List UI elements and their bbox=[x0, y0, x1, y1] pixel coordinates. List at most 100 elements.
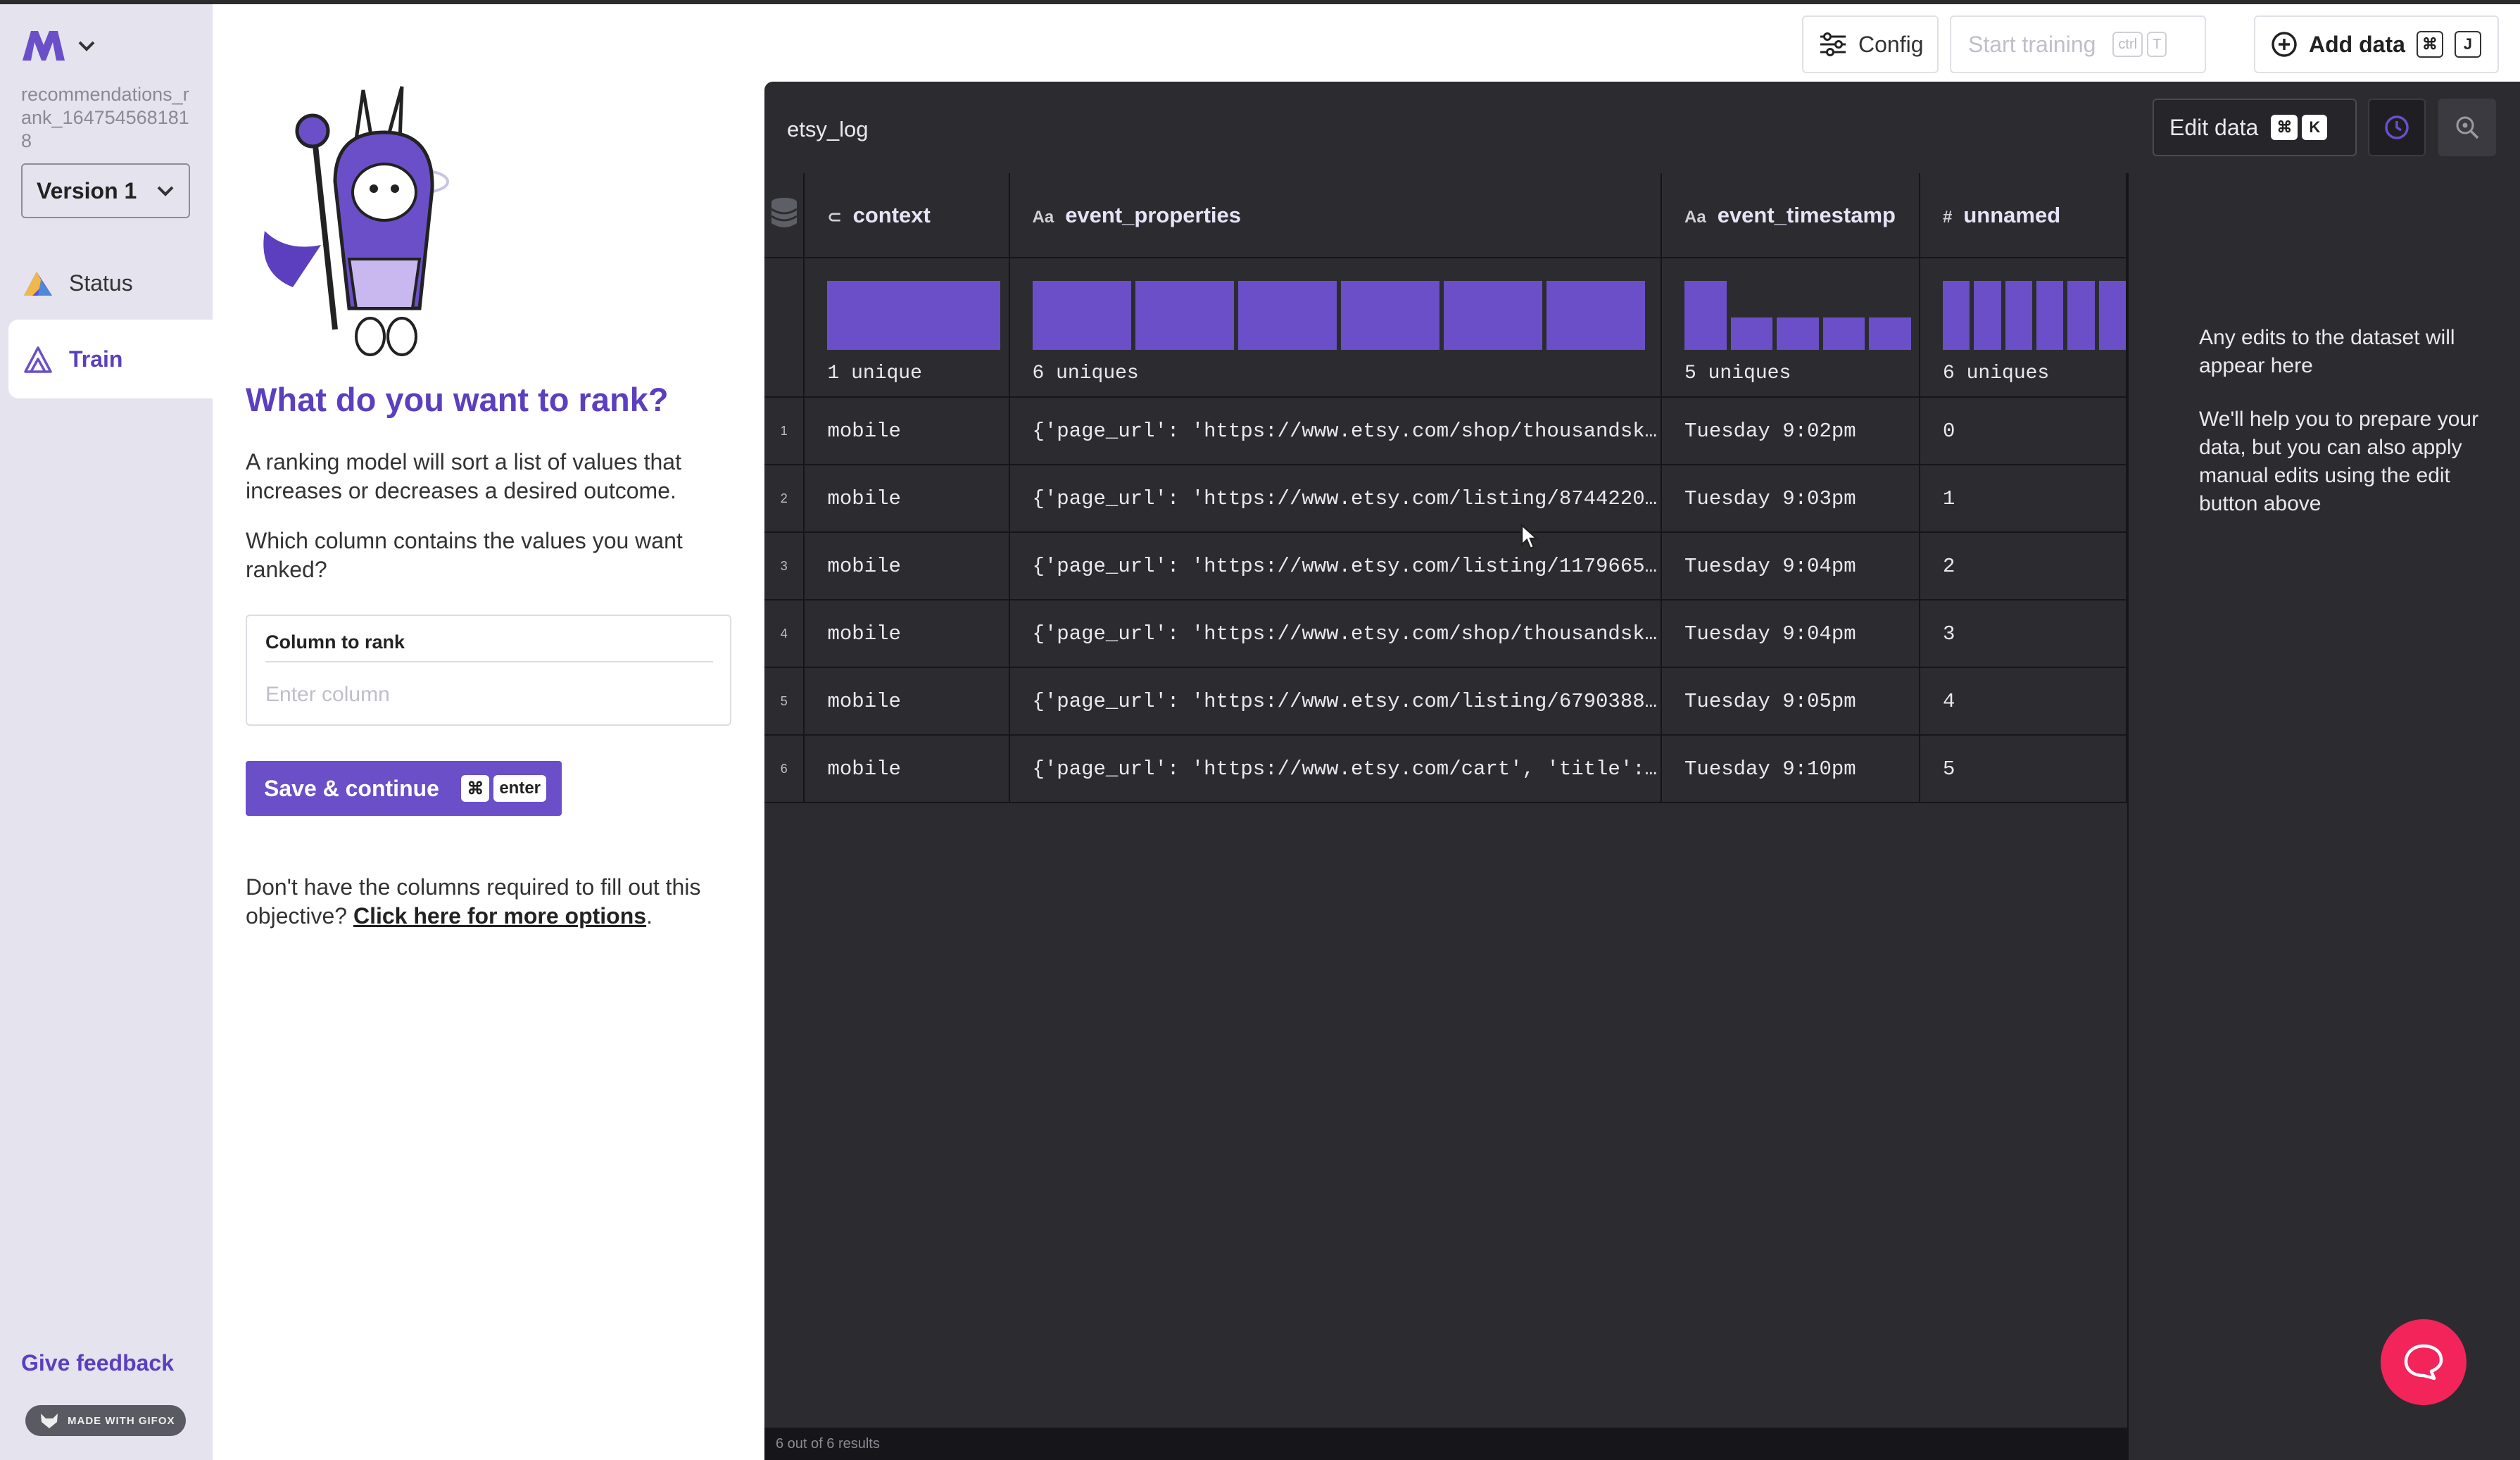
database-icon bbox=[770, 197, 798, 227]
enter-key: enter bbox=[493, 775, 546, 802]
histogram-bar bbox=[2098, 281, 2125, 350]
cell-context[interactable]: mobile bbox=[804, 600, 1010, 668]
version-select-value: Version 1 bbox=[37, 177, 137, 203]
cell-event-timestamp[interactable]: Tuesday 9:02pm bbox=[1661, 397, 1920, 465]
cell-event-timestamp[interactable]: Tuesday 9:05pm bbox=[1661, 667, 1920, 736]
add-data-button[interactable]: Add data ⌘ J bbox=[2254, 15, 2499, 73]
version-select[interactable]: Version 1 bbox=[21, 163, 190, 218]
column-histogram bbox=[1684, 281, 1918, 350]
results-footer: 6 out of 6 results bbox=[764, 1428, 2127, 1460]
j-key: J bbox=[2454, 31, 2481, 58]
panel-question: Which column contains the values you wan… bbox=[246, 528, 683, 582]
plus-circle-icon bbox=[2272, 32, 2297, 57]
project-name: recommendations_rank_1647545681818 bbox=[21, 84, 189, 151]
unique-count: 6 uniques bbox=[1032, 363, 1139, 384]
histogram-bar bbox=[1730, 317, 1773, 350]
column-summary: 6 uniques bbox=[1009, 258, 1663, 398]
cell-event-properties[interactable]: {'page_url': 'https://www.etsy.com/cart'… bbox=[1009, 735, 1663, 803]
table-row[interactable]: 1 mobile {'page_url': 'https://www.etsy.co… bbox=[764, 397, 2127, 465]
sidebar-item-train[interactable]: Train bbox=[8, 320, 213, 398]
edit-data-button[interactable]: Edit data ⌘ K bbox=[2153, 99, 2357, 156]
cell-event-properties[interactable]: {'page_url': 'https://www.etsy.com/shop/… bbox=[1009, 397, 1663, 465]
table-row[interactable]: 3 mobile {'page_url': 'https://www.etsy.co… bbox=[764, 532, 2127, 600]
cell-event-properties[interactable]: {'page_url': 'https://www.etsy.com/listi… bbox=[1009, 667, 1663, 736]
histogram-bar bbox=[1822, 317, 1865, 350]
histogram-bar bbox=[2036, 281, 2064, 350]
histogram-bar bbox=[1777, 317, 1819, 350]
header-row: ⊂ context Aa event_properties Aa event_time… bbox=[764, 173, 2127, 258]
column-to-rank-field: Column to rank bbox=[246, 615, 731, 726]
triangle-mountain-icon bbox=[24, 272, 52, 296]
results-count: 6 out of 6 results bbox=[776, 1436, 880, 1452]
table-row[interactable]: 4 mobile {'page_url': 'https://www.etsy.co… bbox=[764, 600, 2127, 668]
cell-context[interactable]: mobile bbox=[804, 465, 1010, 533]
chevron-down-icon bbox=[157, 186, 174, 196]
table-row[interactable]: 2 mobile {'page_url': 'https://www.etsy.co… bbox=[764, 465, 2127, 533]
sidebar-item-label: Status bbox=[69, 270, 133, 296]
data-table: ⊂ context Aa event_properties Aa event_time… bbox=[764, 173, 2127, 803]
cell-event-timestamp[interactable]: Tuesday 9:10pm bbox=[1661, 735, 1920, 803]
app-logo-menu[interactable] bbox=[21, 30, 96, 62]
cell-unnamed[interactable]: 0 bbox=[1920, 397, 2127, 465]
edits-panel: Any edits to the dataset will appear her… bbox=[2127, 173, 2520, 1460]
start-training-button[interactable]: Start training ctrl T bbox=[1950, 15, 2206, 73]
add-data-label: Add data bbox=[2309, 31, 2405, 57]
field-divider bbox=[265, 661, 713, 662]
start-training-label: Start training bbox=[1968, 31, 2096, 57]
edits-help: We'll help you to prepare your data, but… bbox=[2199, 408, 2479, 515]
histogram-bar bbox=[2005, 281, 2032, 350]
flask-icon bbox=[24, 346, 52, 373]
histogram-bar bbox=[1869, 317, 1911, 350]
give-feedback-link[interactable]: Give feedback bbox=[21, 1350, 174, 1376]
cell-unnamed[interactable]: 5 bbox=[1920, 735, 2127, 803]
cell-unnamed[interactable]: 4 bbox=[1920, 667, 2127, 736]
column-summary: 5 uniques bbox=[1661, 258, 1920, 398]
mascot-illustration bbox=[263, 86, 449, 356]
sidebar-item-status[interactable]: Status bbox=[8, 244, 213, 322]
command-key-icon: ⌘ bbox=[461, 775, 490, 802]
table-row[interactable]: 6 mobile {'page_url': 'https://www.etsy.co… bbox=[764, 735, 2127, 803]
history-button[interactable] bbox=[2368, 99, 2426, 156]
more-options-link[interactable]: Click here for more options bbox=[353, 903, 646, 929]
row-index: 5 bbox=[764, 667, 805, 736]
cell-context[interactable]: mobile bbox=[804, 667, 1010, 736]
cell-event-timestamp[interactable]: Tuesday 9:03pm bbox=[1661, 465, 1920, 533]
column-summary: 6 uniques bbox=[1920, 258, 2127, 398]
gifox-badge: MADE WITH GIFOX bbox=[25, 1405, 186, 1436]
chat-support-button[interactable] bbox=[2381, 1319, 2467, 1405]
column-header-unnamed[interactable]: # unnamed bbox=[1920, 173, 2127, 258]
cell-context[interactable]: mobile bbox=[804, 397, 1010, 465]
k-key: K bbox=[2302, 115, 2328, 140]
cell-event-timestamp[interactable]: Tuesday 9:04pm bbox=[1661, 532, 1920, 600]
cell-event-properties[interactable]: {'page_url': 'https://www.etsy.com/listi… bbox=[1009, 465, 1663, 533]
column-header-context[interactable]: ⊂ context bbox=[804, 173, 1010, 258]
cell-context[interactable]: mobile bbox=[804, 735, 1010, 803]
cell-event-timestamp[interactable]: Tuesday 9:04pm bbox=[1661, 600, 1920, 668]
row-index: 6 bbox=[764, 735, 805, 803]
table-row[interactable]: 5 mobile {'page_url': 'https://www.etsy.co… bbox=[764, 667, 2127, 736]
cell-event-properties[interactable]: {'page_url': 'https://www.etsy.com/listi… bbox=[1009, 532, 1663, 600]
cell-event-properties[interactable]: {'page_url': 'https://www.etsy.com/shop/… bbox=[1009, 600, 1663, 668]
edit-data-label: Edit data bbox=[2169, 114, 2259, 140]
cell-unnamed[interactable]: 1 bbox=[1920, 465, 2127, 533]
sidebar-item-label: Train bbox=[69, 346, 123, 372]
histogram-bar bbox=[1032, 281, 1131, 350]
inspect-button[interactable] bbox=[2438, 99, 2496, 156]
dataset-panel: etsy_log Edit data ⌘ K ⊂ context Aa even… bbox=[764, 82, 2520, 1460]
column-header-event-properties[interactable]: Aa event_properties bbox=[1009, 173, 1663, 258]
edits-note: Any edits to the dataset will appear her… bbox=[2199, 326, 2455, 377]
column-header-label: event_timestamp bbox=[1717, 202, 1896, 227]
save-continue-button[interactable]: Save & continue ⌘ enter bbox=[246, 761, 562, 816]
cell-unnamed[interactable]: 2 bbox=[1920, 532, 2127, 600]
config-button[interactable]: Config bbox=[1802, 15, 1939, 73]
panel-footer-end: . bbox=[646, 903, 653, 929]
row-index: 4 bbox=[764, 600, 805, 668]
cell-unnamed[interactable]: 3 bbox=[1920, 600, 2127, 668]
column-histogram bbox=[1943, 281, 2125, 350]
column-header-event-timestamp[interactable]: Aa event_timestamp bbox=[1661, 173, 1920, 258]
column-to-rank-input[interactable] bbox=[265, 679, 702, 710]
column-histogram bbox=[1032, 281, 1661, 350]
data-table-viewport[interactable]: ⊂ context Aa event_properties Aa event_time… bbox=[764, 173, 2127, 1426]
histogram-row-spacer bbox=[764, 258, 805, 398]
cell-context[interactable]: mobile bbox=[804, 532, 1010, 600]
